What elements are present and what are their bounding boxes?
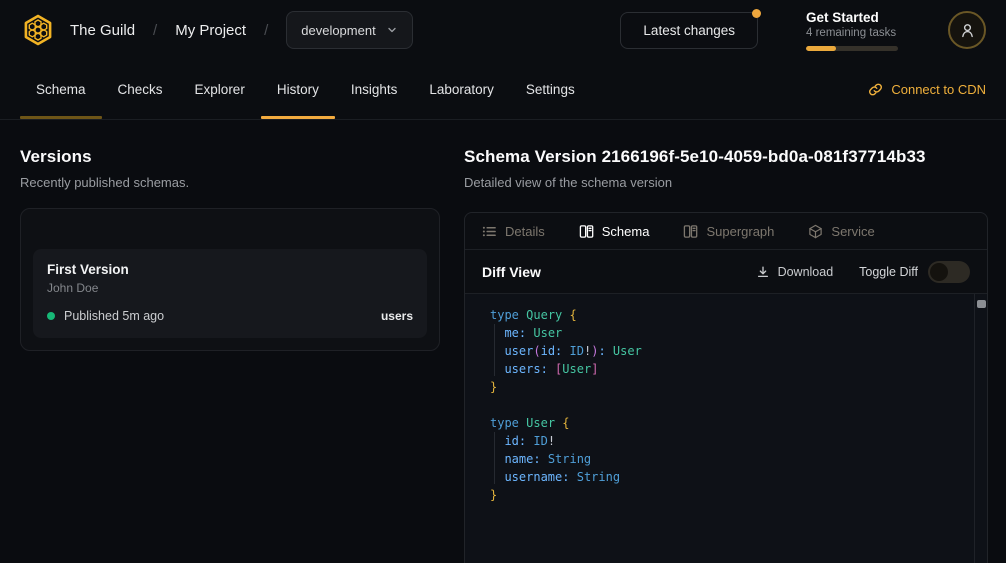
box-icon <box>808 224 823 239</box>
version-detail-title: Schema Version 2166196f-5e10-4059-bd0a-0… <box>464 147 988 167</box>
diff-view-title: Diff View <box>482 264 541 280</box>
main-nav: SchemaChecksExplorerHistoryInsightsLabor… <box>0 60 1006 120</box>
versions-title: Versions <box>20 147 440 167</box>
diff-actions: Download Toggle Diff <box>756 261 970 283</box>
version-detail-panel: Details Schema Supergraph Service Diff View… <box>464 212 988 563</box>
breadcrumb-separator: / <box>153 22 157 39</box>
user-avatar[interactable] <box>948 11 986 49</box>
code-line: type Query { <box>490 306 967 324</box>
version-author: John Doe <box>47 281 413 295</box>
nav-tab-checks[interactable]: Checks <box>102 60 179 119</box>
code-line: } <box>490 378 967 396</box>
versions-list-card: First Version John Doe Published 5m ago … <box>20 208 440 351</box>
code-line: id: ID! <box>490 432 967 450</box>
detail-tab-label: Service <box>831 224 874 239</box>
detail-tab-label: Supergraph <box>706 224 774 239</box>
get-started-progress-fill <box>806 46 836 51</box>
indent-guide <box>494 324 495 376</box>
diff-header: Diff View Download Toggle Diff <box>465 250 987 294</box>
download-button[interactable]: Download <box>756 265 834 279</box>
breadcrumb: The Guild / My Project / <box>70 22 268 39</box>
detail-tab-supergraph[interactable]: Supergraph <box>683 224 774 239</box>
indent-guide <box>494 432 495 484</box>
detail-tab-schema[interactable]: Schema <box>579 224 650 239</box>
latest-changes-button[interactable]: Latest changes <box>620 12 758 49</box>
version-detail-column: Schema Version 2166196f-5e10-4059-bd0a-0… <box>464 147 988 563</box>
code-line: } <box>490 486 967 504</box>
version-detail-subtitle: Detailed view of the schema version <box>464 175 988 190</box>
detail-tab-details[interactable]: Details <box>482 224 545 239</box>
panes-icon <box>579 224 594 239</box>
panes-icon <box>683 224 698 239</box>
link-icon <box>868 82 883 97</box>
connect-to-cdn-link[interactable]: Connect to CDN <box>868 60 986 119</box>
nav-tab-laboratory[interactable]: Laboratory <box>413 60 510 119</box>
code-scrollbar-thumb[interactable] <box>977 300 986 308</box>
service-badge: users <box>381 309 413 323</box>
code-lines: type Query { me: User user(id: ID!): Use… <box>490 306 967 504</box>
code-line: user(id: ID!): User <box>490 342 967 360</box>
toggle-diff-group: Toggle Diff <box>859 261 970 283</box>
target-selector-value: development <box>301 23 375 38</box>
nav-tab-schema[interactable]: Schema <box>20 60 102 119</box>
code-line: name: String <box>490 450 967 468</box>
nav-tab-settings[interactable]: Settings <box>510 60 591 119</box>
detail-tab-label: Details <box>505 224 545 239</box>
person-icon <box>959 22 976 39</box>
get-started-title: Get Started <box>806 10 898 25</box>
code-line: users: [User] <box>490 360 967 378</box>
get-started-widget[interactable]: Get Started 4 remaining tasks <box>806 10 898 51</box>
get-started-progressbar <box>806 46 898 51</box>
chevron-down-icon <box>386 24 398 36</box>
version-status-row: Published 5m ago users <box>47 309 413 323</box>
notification-dot <box>752 9 761 18</box>
versions-subtitle: Recently published schemas. <box>20 175 440 190</box>
detail-tab-label: Schema <box>602 224 650 239</box>
download-icon <box>756 265 770 279</box>
version-status-text: Published 5m ago <box>64 309 164 323</box>
toggle-diff-switch[interactable] <box>928 261 970 283</box>
versions-column: Versions Recently published schemas. Fir… <box>20 147 440 563</box>
breadcrumb-org[interactable]: The Guild <box>70 22 135 39</box>
get-started-subtitle: 4 remaining tasks <box>806 27 898 39</box>
breadcrumb-separator: / <box>264 22 268 39</box>
breadcrumb-project[interactable]: My Project <box>175 22 246 39</box>
code-scrollbar[interactable] <box>974 294 987 563</box>
code-line: me: User <box>490 324 967 342</box>
header-right-group: Latest changes Get Started 4 remaining t… <box>620 10 986 51</box>
schema-code-viewer[interactable]: type Query { me: User user(id: ID!): Use… <box>465 294 987 563</box>
nav-tab-insights[interactable]: Insights <box>335 60 414 119</box>
top-header: The Guild / My Project / development Lat… <box>0 0 1006 60</box>
latest-changes-label: Latest changes <box>643 23 735 38</box>
version-list-item[interactable]: First Version John Doe Published 5m ago … <box>33 249 427 338</box>
nav-tab-explorer[interactable]: Explorer <box>179 60 261 119</box>
target-selector[interactable]: development <box>286 11 412 49</box>
code-line: type User { <box>490 414 967 432</box>
connect-to-cdn-label: Connect to CDN <box>891 82 986 97</box>
toggle-knob <box>930 263 948 281</box>
toggle-diff-label: Toggle Diff <box>859 265 918 279</box>
detail-tab-service[interactable]: Service <box>808 224 874 239</box>
detail-tabs: Details Schema Supergraph Service <box>465 213 987 250</box>
published-status-dot <box>47 312 55 320</box>
nav-tab-history[interactable]: History <box>261 60 335 119</box>
nav-tabs: SchemaChecksExplorerHistoryInsightsLabor… <box>20 60 591 119</box>
code-line <box>490 396 967 414</box>
code-line: username: String <box>490 468 967 486</box>
hive-logo-icon[interactable] <box>20 12 56 48</box>
main-content: Versions Recently published schemas. Fir… <box>0 120 1006 563</box>
version-name: First Version <box>47 262 413 277</box>
download-label: Download <box>778 265 834 279</box>
list-icon <box>482 224 497 239</box>
